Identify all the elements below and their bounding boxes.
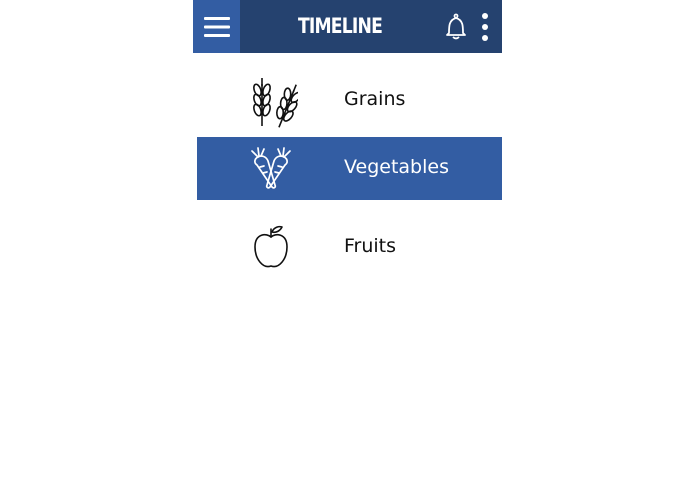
app-screen: TIMELINE Grains Vegetables Fruits	[193, 0, 502, 494]
category-label: Fruits	[344, 235, 397, 257]
category-label: Grains	[344, 88, 406, 110]
bell-icon	[446, 13, 466, 40]
category-item-vegetables[interactable]: Vegetables	[197, 137, 502, 200]
category-item-fruits[interactable]: Fruits	[193, 213, 502, 279]
menu-button[interactable]	[193, 0, 240, 53]
app-bar: TIMELINE	[193, 0, 502, 53]
wheat-icon	[243, 73, 299, 129]
hamburger-menu-icon	[203, 16, 230, 37]
more-vertical-icon	[482, 13, 488, 41]
apple-icon	[243, 219, 299, 275]
category-label: Vegetables	[344, 156, 449, 178]
more-options-button[interactable]	[473, 11, 497, 43]
page-title: TIMELINE	[297, 14, 383, 38]
notifications-button[interactable]	[442, 11, 470, 43]
carrot-icon	[243, 140, 299, 196]
category-item-grains[interactable]: Grains	[193, 71, 502, 131]
